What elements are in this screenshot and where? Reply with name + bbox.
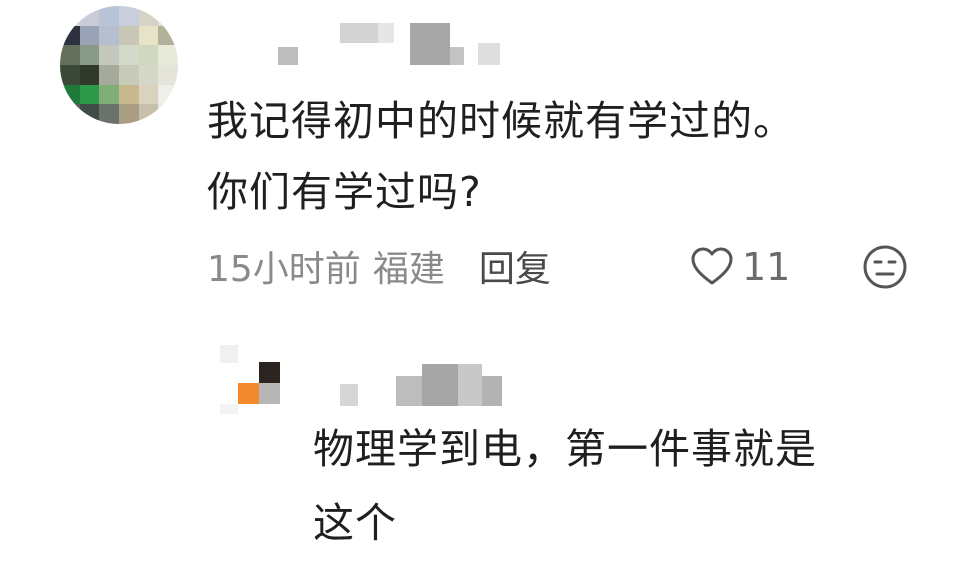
comment-text: 我记得初中的时候就有学过的。 你们有学过吗? [207, 86, 795, 228]
commenter-name-redacted[interactable] [278, 20, 500, 65]
reply-text-line: 这个 [313, 499, 397, 547]
emoji-reaction-button[interactable] [862, 244, 908, 290]
avatar-blur-fragment [220, 404, 238, 414]
comment-text-line: 我记得初中的时候就有学过的。 [207, 97, 795, 145]
heart-outline-icon [691, 247, 733, 285]
reply-text-line: 物理学到电，第一件事就是 [313, 425, 817, 473]
commenter-avatar[interactable] [60, 6, 178, 124]
neutral-face-icon [863, 245, 907, 289]
comment-location: 福建 [372, 249, 445, 290]
like-button[interactable]: 11 [690, 240, 790, 294]
replier-avatar[interactable] [238, 362, 280, 404]
like-count: 11 [742, 245, 791, 289]
avatar-blur-fragment [220, 345, 238, 363]
comment-text-line: 你们有学过吗? [207, 168, 482, 216]
reply-text: 物理学到电，第一件事就是 这个 [313, 412, 817, 560]
replier-name-redacted[interactable] [340, 364, 502, 406]
reply-button[interactable]: 回复 [479, 240, 551, 292]
comment-meta: 15小时前 福建 回复 [207, 238, 551, 294]
comment-time: 15小时前 [207, 249, 361, 290]
